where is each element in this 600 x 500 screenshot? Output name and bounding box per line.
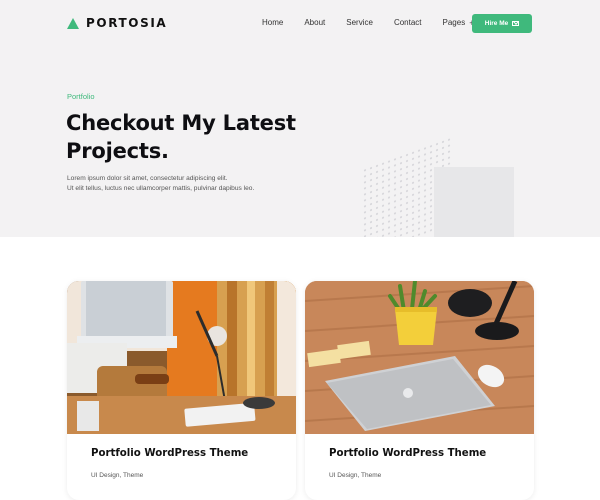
- nav-link-pages[interactable]: Pages +: [443, 18, 475, 27]
- top-navigation: PORTOSIA Home About Service Contact Page…: [0, 0, 600, 48]
- mail-icon: [512, 21, 520, 26]
- brand-name: PORTOSIA: [86, 16, 168, 30]
- nav-link-about[interactable]: About: [304, 18, 325, 27]
- page-title: Checkout My Latest Projects.: [66, 109, 296, 165]
- hero-description: Lorem ipsum dolor sit amet, consectetur …: [67, 174, 254, 194]
- nav-link-service[interactable]: Service: [346, 18, 373, 27]
- hero-section: PORTOSIA Home About Service Contact Page…: [0, 0, 600, 237]
- desk-with-imac-photo[interactable]: [67, 281, 296, 434]
- nav-link-contact[interactable]: Contact: [394, 18, 422, 27]
- nav-link-label: Pages: [442, 18, 466, 27]
- desk-with-laptop-and-plant-photo[interactable]: [305, 281, 534, 434]
- page-title-line-1: Checkout My Latest: [66, 111, 296, 135]
- nav-link-label: Home: [262, 18, 284, 27]
- hero-description-line-2: Ut elit tellus, luctus nec ullamcorper m…: [67, 185, 255, 192]
- portfolio-card-title[interactable]: Portfolio WordPress Theme: [329, 448, 486, 459]
- portfolio-card-tags: UI Design, Theme: [329, 472, 382, 479]
- triangle-logo-icon: [67, 17, 79, 29]
- decorative-block: [434, 167, 514, 237]
- main-menu: Home About Service Contact Pages +: [262, 18, 495, 27]
- hire-me-label: Hire Me: [484, 20, 509, 27]
- hire-me-button[interactable]: Hire Me: [472, 14, 532, 33]
- nav-link-label: Service: [346, 18, 373, 27]
- page-title-line-2: Projects.: [66, 139, 169, 163]
- brand-logo[interactable]: PORTOSIA: [67, 16, 167, 30]
- section-eyebrow: Portfolio: [67, 92, 95, 101]
- portfolio-card[interactable]: Portfolio WordPress Theme UI Design, The…: [67, 281, 296, 500]
- portfolio-card[interactable]: Portfolio WordPress Theme UI Design, The…: [305, 281, 534, 500]
- portfolio-card-title[interactable]: Portfolio WordPress Theme: [91, 448, 248, 459]
- portfolio-card-tags: UI Design, Theme: [91, 472, 144, 479]
- nav-link-label: Contact: [393, 18, 422, 27]
- hero-description-line-1: Lorem ipsum dolor sit amet, consectetur …: [67, 175, 228, 182]
- nav-link-home[interactable]: Home: [262, 18, 283, 27]
- nav-link-label: About: [304, 18, 326, 27]
